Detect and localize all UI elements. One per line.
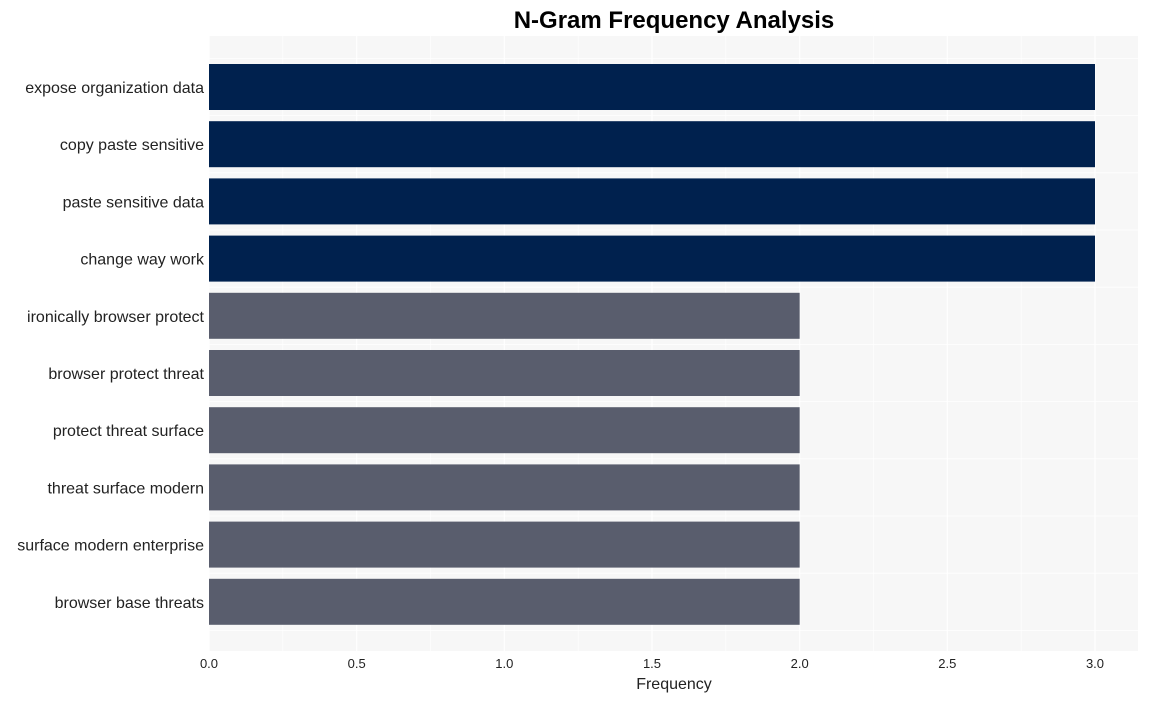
y-tick-label: threat surface modern [47, 480, 204, 497]
x-axis-ticks: 0.0 0.5 1.0 1.5 2.0 2.5 3.0 [200, 656, 1104, 671]
y-tick-label: expose organization data [25, 80, 204, 97]
x-tick-label: 0.5 [348, 656, 366, 671]
bar-copy-paste-sensitive [209, 121, 1095, 168]
x-tick-label: 2.0 [791, 656, 809, 671]
bar-threat-surface-modern [209, 464, 800, 511]
chart-title: N-Gram Frequency Analysis [514, 7, 835, 34]
y-tick-label: protect threat surface [53, 423, 204, 440]
y-axis-labels: expose organization data copy paste sensi… [17, 80, 205, 612]
bar-browser-protect-threat [209, 350, 800, 396]
ngram-chart: expose organization data copy paste sensi… [17, 7, 1138, 693]
x-tick-label: 3.0 [1086, 656, 1104, 671]
x-tick-label: 1.0 [495, 656, 513, 671]
bar-expose-organization-data [209, 64, 1095, 110]
x-axis-label: Frequency [636, 676, 712, 693]
bar-browser-base-threats [209, 578, 800, 625]
bar-protect-threat-surface [209, 407, 800, 454]
x-tick-label: 1.5 [643, 656, 661, 671]
bar-change-way-work [209, 235, 1095, 282]
y-tick-label: browser base threats [55, 595, 204, 612]
y-tick-label: paste sensitive data [63, 194, 205, 211]
bar-paste-sensitive-data [209, 178, 1095, 225]
y-tick-label: ironically browser protect [27, 309, 205, 326]
x-tick-label: 0.0 [200, 656, 218, 671]
bar-surface-modern-enterprise [209, 521, 800, 568]
x-tick-label: 2.5 [938, 656, 956, 671]
y-tick-label: browser protect threat [48, 366, 204, 383]
bar-ironically-browser-protect [209, 292, 800, 339]
y-tick-label: surface modern enterprise [17, 538, 204, 555]
y-tick-label: change way work [80, 252, 205, 269]
y-tick-label: copy paste sensitive [60, 137, 204, 154]
